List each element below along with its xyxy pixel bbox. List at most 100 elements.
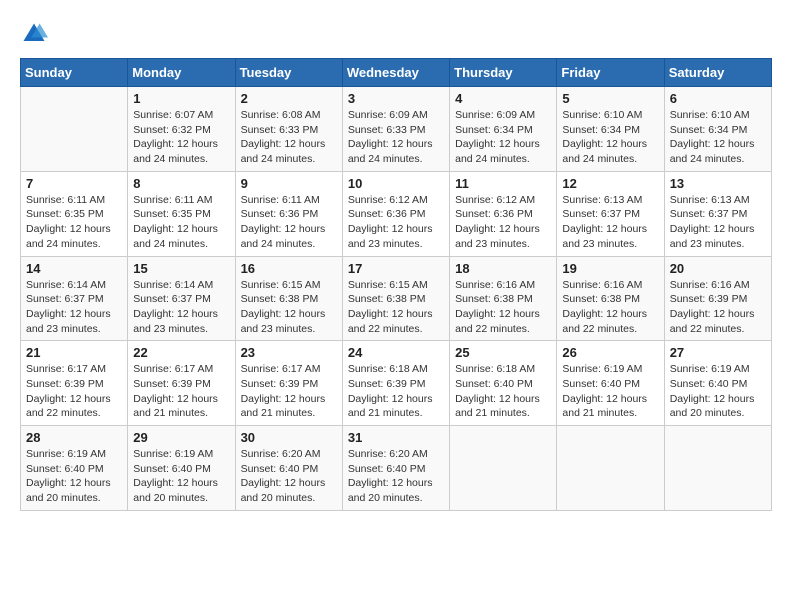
day-detail: Sunrise: 6:09 AMSunset: 6:33 PMDaylight:… bbox=[348, 108, 444, 167]
calendar-day-cell: 3Sunrise: 6:09 AMSunset: 6:33 PMDaylight… bbox=[342, 87, 449, 172]
sunrise-text: Sunrise: 6:17 AM bbox=[26, 362, 122, 377]
day-number: 5 bbox=[562, 91, 658, 106]
sunset-text: Sunset: 6:38 PM bbox=[241, 292, 337, 307]
daylight-text-cont: and 22 minutes. bbox=[26, 406, 122, 421]
day-detail: Sunrise: 6:17 AMSunset: 6:39 PMDaylight:… bbox=[241, 362, 337, 421]
calendar-day-cell: 31Sunrise: 6:20 AMSunset: 6:40 PMDayligh… bbox=[342, 426, 449, 511]
daylight-text-cont: and 24 minutes. bbox=[348, 152, 444, 167]
day-of-week-header: Monday bbox=[128, 59, 235, 87]
daylight-text: Daylight: 12 hours bbox=[133, 137, 229, 152]
sunrise-text: Sunrise: 6:19 AM bbox=[26, 447, 122, 462]
calendar-week-row: 28Sunrise: 6:19 AMSunset: 6:40 PMDayligh… bbox=[21, 426, 772, 511]
sunrise-text: Sunrise: 6:17 AM bbox=[241, 362, 337, 377]
calendar-header: SundayMondayTuesdayWednesdayThursdayFrid… bbox=[21, 59, 772, 87]
calendar-day-cell: 14Sunrise: 6:14 AMSunset: 6:37 PMDayligh… bbox=[21, 256, 128, 341]
day-number: 22 bbox=[133, 345, 229, 360]
calendar-day-cell: 23Sunrise: 6:17 AMSunset: 6:39 PMDayligh… bbox=[235, 341, 342, 426]
daylight-text-cont: and 21 minutes. bbox=[348, 406, 444, 421]
daylight-text: Daylight: 12 hours bbox=[26, 222, 122, 237]
calendar-day-cell bbox=[450, 426, 557, 511]
day-detail: Sunrise: 6:18 AMSunset: 6:40 PMDaylight:… bbox=[455, 362, 551, 421]
day-of-week-header: Friday bbox=[557, 59, 664, 87]
daylight-text-cont: and 23 minutes. bbox=[133, 322, 229, 337]
day-number: 16 bbox=[241, 261, 337, 276]
day-detail: Sunrise: 6:16 AMSunset: 6:38 PMDaylight:… bbox=[455, 278, 551, 337]
sunrise-text: Sunrise: 6:18 AM bbox=[455, 362, 551, 377]
sunset-text: Sunset: 6:40 PM bbox=[26, 462, 122, 477]
daylight-text-cont: and 24 minutes. bbox=[241, 237, 337, 252]
sunset-text: Sunset: 6:37 PM bbox=[133, 292, 229, 307]
day-number: 20 bbox=[670, 261, 766, 276]
day-detail: Sunrise: 6:19 AMSunset: 6:40 PMDaylight:… bbox=[562, 362, 658, 421]
sunrise-text: Sunrise: 6:08 AM bbox=[241, 108, 337, 123]
calendar-day-cell: 7Sunrise: 6:11 AMSunset: 6:35 PMDaylight… bbox=[21, 171, 128, 256]
day-number: 26 bbox=[562, 345, 658, 360]
day-detail: Sunrise: 6:15 AMSunset: 6:38 PMDaylight:… bbox=[348, 278, 444, 337]
day-detail: Sunrise: 6:20 AMSunset: 6:40 PMDaylight:… bbox=[241, 447, 337, 506]
calendar-day-cell: 6Sunrise: 6:10 AMSunset: 6:34 PMDaylight… bbox=[664, 87, 771, 172]
day-detail: Sunrise: 6:07 AMSunset: 6:32 PMDaylight:… bbox=[133, 108, 229, 167]
day-detail: Sunrise: 6:08 AMSunset: 6:33 PMDaylight:… bbox=[241, 108, 337, 167]
calendar-day-cell: 27Sunrise: 6:19 AMSunset: 6:40 PMDayligh… bbox=[664, 341, 771, 426]
calendar-week-row: 1Sunrise: 6:07 AMSunset: 6:32 PMDaylight… bbox=[21, 87, 772, 172]
day-number: 30 bbox=[241, 430, 337, 445]
sunset-text: Sunset: 6:38 PM bbox=[562, 292, 658, 307]
daylight-text: Daylight: 12 hours bbox=[348, 476, 444, 491]
sunset-text: Sunset: 6:40 PM bbox=[241, 462, 337, 477]
day-number: 17 bbox=[348, 261, 444, 276]
calendar-day-cell: 26 Sunrise: 6:19 AMSunset: 6:40 PMDayligh… bbox=[557, 341, 664, 426]
day-detail: Sunrise: 6:16 AMSunset: 6:39 PMDaylight:… bbox=[670, 278, 766, 337]
day-number: 8 bbox=[133, 176, 229, 191]
day-number: 6 bbox=[670, 91, 766, 106]
sunset-text: Sunset: 6:33 PM bbox=[348, 123, 444, 138]
daylight-text-cont: and 24 minutes. bbox=[562, 152, 658, 167]
daylight-text-cont: and 20 minutes. bbox=[670, 406, 766, 421]
daylight-text-cont: and 23 minutes. bbox=[455, 237, 551, 252]
sunrise-text: Sunrise: 6:10 AM bbox=[562, 108, 658, 123]
daylight-text: Daylight: 12 hours bbox=[241, 476, 337, 491]
daylight-text-cont: and 22 minutes. bbox=[455, 322, 551, 337]
day-of-week-header: Thursday bbox=[450, 59, 557, 87]
sunrise-text: Sunrise: 6:13 AM bbox=[562, 193, 658, 208]
day-detail: Sunrise: 6:13 AMSunset: 6:37 PMDaylight:… bbox=[562, 193, 658, 252]
calendar-day-cell bbox=[21, 87, 128, 172]
sunrise-text: Sunrise: 6:17 AM bbox=[133, 362, 229, 377]
calendar-day-cell bbox=[664, 426, 771, 511]
sunrise-text: Sunrise: 6:20 AM bbox=[348, 447, 444, 462]
day-number: 24 bbox=[348, 345, 444, 360]
sunrise-text: Sunrise: 6:16 AM bbox=[562, 278, 658, 293]
sunset-text: Sunset: 6:40 PM bbox=[348, 462, 444, 477]
sunset-text: Sunset: 6:34 PM bbox=[455, 123, 551, 138]
daylight-text-cont: and 20 minutes. bbox=[348, 491, 444, 506]
calendar-day-cell: 1Sunrise: 6:07 AMSunset: 6:32 PMDaylight… bbox=[128, 87, 235, 172]
daylight-text: Daylight: 12 hours bbox=[241, 137, 337, 152]
calendar-day-cell: 4Sunrise: 6:09 AMSunset: 6:34 PMDaylight… bbox=[450, 87, 557, 172]
daylight-text-cont: and 24 minutes. bbox=[455, 152, 551, 167]
calendar-body: 1Sunrise: 6:07 AMSunset: 6:32 PMDaylight… bbox=[21, 87, 772, 511]
calendar-day-cell: 15Sunrise: 6:14 AMSunset: 6:37 PMDayligh… bbox=[128, 256, 235, 341]
sunset-text: Sunset: 6:37 PM bbox=[562, 207, 658, 222]
sunset-text: Sunset: 6:38 PM bbox=[348, 292, 444, 307]
sunset-text: Sunset: 6:39 PM bbox=[26, 377, 122, 392]
calendar-day-cell: 25Sunrise: 6:18 AMSunset: 6:40 PMDayligh… bbox=[450, 341, 557, 426]
daylight-text: Daylight: 12 hours bbox=[455, 137, 551, 152]
daylight-text-cont: and 23 minutes. bbox=[670, 237, 766, 252]
daylight-text-cont: and 24 minutes. bbox=[133, 152, 229, 167]
sunset-text: Sunset: 6:39 PM bbox=[133, 377, 229, 392]
daylight-text-cont: and 20 minutes. bbox=[241, 491, 337, 506]
day-detail: Sunrise: 6:16 AMSunset: 6:38 PMDaylight:… bbox=[562, 278, 658, 337]
sunrise-text: Sunrise: 6:16 AM bbox=[670, 278, 766, 293]
day-of-week-header: Saturday bbox=[664, 59, 771, 87]
day-detail: Sunrise: 6:17 AMSunset: 6:39 PMDaylight:… bbox=[26, 362, 122, 421]
sunrise-text: Sunrise: 6:10 AM bbox=[670, 108, 766, 123]
daylight-text: Daylight: 12 hours bbox=[133, 392, 229, 407]
day-detail: Sunrise: 6:15 AMSunset: 6:38 PMDaylight:… bbox=[241, 278, 337, 337]
daylight-text: Daylight: 12 hours bbox=[455, 307, 551, 322]
sunrise-text: Sunrise: 6:12 AM bbox=[348, 193, 444, 208]
day-detail: Sunrise: 6:19 AMSunset: 6:40 PMDaylight:… bbox=[670, 362, 766, 421]
sunrise-text: Sunrise: 6:20 AM bbox=[241, 447, 337, 462]
day-number: 12 bbox=[562, 176, 658, 191]
day-number: 7 bbox=[26, 176, 122, 191]
day-detail: Sunrise: 6:12 AMSunset: 6:36 PMDaylight:… bbox=[455, 193, 551, 252]
daylight-text-cont: and 24 minutes. bbox=[670, 152, 766, 167]
